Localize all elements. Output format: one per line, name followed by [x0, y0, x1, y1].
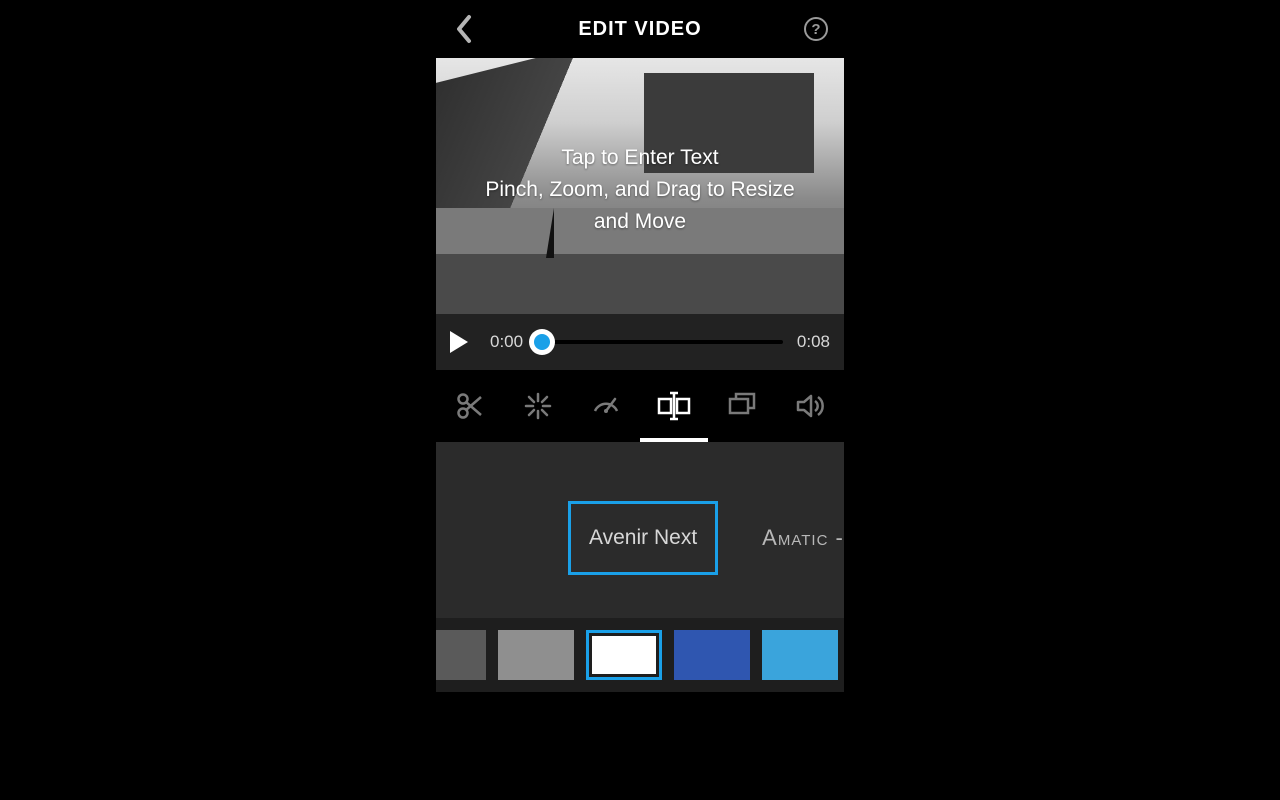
- overlay-line-2: Pinch, Zoom, and Drag to Resize and Move: [466, 174, 814, 238]
- color-swatches: [436, 618, 844, 692]
- color-swatch[interactable]: [498, 630, 574, 680]
- text-overlay[interactable]: Tap to Enter Text Pinch, Zoom, and Drag …: [436, 142, 844, 238]
- text-cursor-icon: [657, 391, 691, 421]
- current-time: 0:00: [490, 332, 523, 352]
- overlay-line-1: Tap to Enter Text: [466, 142, 814, 174]
- font-picker[interactable]: Avenir Next Amatic - Bold: [436, 492, 844, 584]
- page-title: EDIT VIDEO: [578, 18, 701, 41]
- scrubber-thumb-dot: [534, 334, 550, 350]
- preview-bg-shape: [436, 254, 844, 314]
- duration-time: 0:08: [797, 332, 830, 352]
- tab-effects[interactable]: [514, 382, 562, 430]
- scissors-icon: [455, 391, 485, 421]
- play-icon: [450, 331, 468, 353]
- back-button[interactable]: [444, 0, 484, 58]
- video-preview[interactable]: Tap to Enter Text Pinch, Zoom, and Drag …: [436, 58, 844, 314]
- scrubber-track[interactable]: [537, 340, 783, 344]
- color-swatch[interactable]: [436, 630, 486, 680]
- speedometer-icon: [591, 391, 621, 421]
- help-button[interactable]: ?: [796, 0, 836, 58]
- tab-trim[interactable]: [446, 382, 494, 430]
- tab-crop[interactable]: [718, 382, 766, 430]
- color-swatch[interactable]: [762, 630, 838, 680]
- chevron-left-icon: [455, 14, 473, 44]
- color-swatch[interactable]: [586, 630, 662, 680]
- font-option-selected[interactable]: Avenir Next: [568, 501, 718, 575]
- play-button[interactable]: [450, 329, 476, 355]
- tool-tabs: [436, 370, 844, 442]
- app-frame: EDIT VIDEO ? Tap to Enter Text Pinch, Zo…: [436, 0, 844, 800]
- help-icon: ?: [804, 17, 828, 41]
- speaker-icon: [795, 391, 825, 421]
- scrubber-thumb[interactable]: [529, 329, 555, 355]
- header-bar: EDIT VIDEO ?: [436, 0, 844, 58]
- tab-text[interactable]: [650, 382, 698, 430]
- tab-audio[interactable]: [786, 382, 834, 430]
- player-bar: 0:00 0:08: [436, 314, 844, 370]
- frames-icon: [727, 391, 757, 421]
- sparkle-icon: [523, 391, 553, 421]
- tab-speed[interactable]: [582, 382, 630, 430]
- color-swatch[interactable]: [674, 630, 750, 680]
- font-option-next[interactable]: Amatic - Bold: [762, 525, 844, 551]
- text-style-panel: Avenir Next Amatic - Bold: [436, 442, 844, 692]
